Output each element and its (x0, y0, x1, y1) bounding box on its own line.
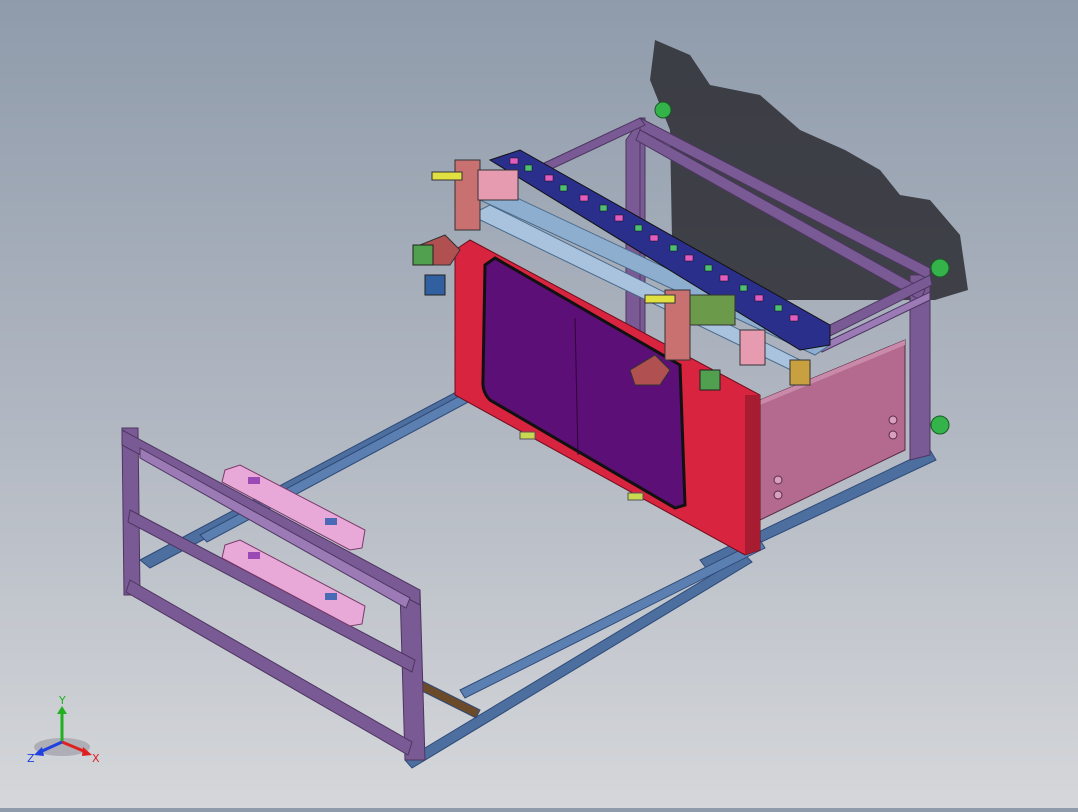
3d-model-view[interactable] (0, 0, 1078, 808)
z-axis-label: Z (27, 752, 35, 765)
electrical-cabinet (759, 339, 906, 521)
y-axis-head (57, 706, 67, 714)
front-frame (121, 427, 426, 761)
y-axis-label: Y (58, 694, 66, 707)
axis-triad: Y X Z (26, 692, 106, 772)
cad-viewport[interactable] (0, 0, 1078, 808)
x-axis-label: X (92, 752, 100, 765)
